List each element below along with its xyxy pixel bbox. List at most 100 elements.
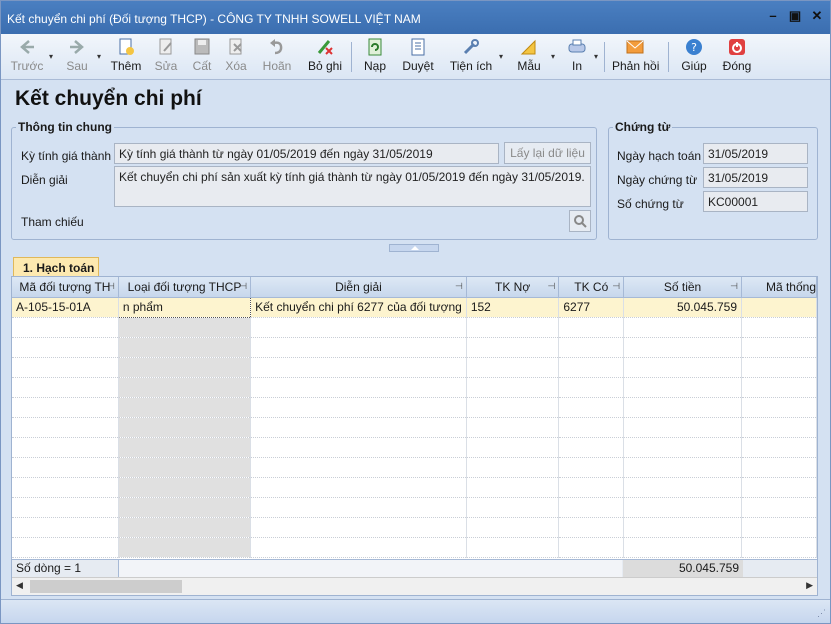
empty-cell[interactable] [466,537,560,558]
col-object-type[interactable]: Loại đối tượng THCP ⊣ [118,277,252,298]
empty-cell[interactable] [558,437,625,458]
empty-cell[interactable] [558,537,625,558]
empty-cell[interactable] [12,437,119,458]
empty-cell[interactable] [623,337,742,358]
utilities-button[interactable]: Tiện ích ▾ [449,36,503,78]
col-stat-code[interactable]: Mã thống [741,277,817,298]
empty-cell[interactable] [741,457,817,478]
prev-button[interactable]: Trước ▾ [9,36,53,78]
cell-debit-account[interactable]: 152 [466,297,560,318]
resize-grip-icon[interactable]: ⋰ [817,608,826,619]
reference-lookup-button[interactable] [569,210,591,232]
empty-cell[interactable] [118,517,252,538]
undo-button[interactable]: Hoãn [259,36,295,78]
empty-cell[interactable] [623,417,742,438]
print-button[interactable]: In ▾ [566,36,598,78]
empty-cell[interactable] [12,377,119,398]
empty-cell[interactable] [558,317,625,338]
maximize-button[interactable]: ▣ [788,9,802,23]
empty-cell[interactable] [12,317,119,338]
posting-date-field[interactable]: 31/05/2019 [703,143,808,164]
reload-data-button[interactable]: Lấy lại dữ liệu [504,142,591,164]
empty-cell[interactable] [250,417,467,438]
scroll-thumb[interactable] [30,580,182,593]
empty-cell[interactable] [250,317,467,338]
empty-cell[interactable] [118,317,252,338]
close-button[interactable]: Đóng [720,36,754,78]
empty-cell[interactable] [250,517,467,538]
empty-cell[interactable] [623,457,742,478]
empty-cell[interactable] [250,457,467,478]
empty-cell[interactable] [741,477,817,498]
cell-description[interactable]: Kết chuyển chi phí 6277 của đối tượng [250,297,467,318]
cell-object-type[interactable]: n phẩm [117,296,252,318]
empty-cell[interactable] [623,357,742,378]
table-row[interactable] [12,397,817,418]
empty-cell[interactable] [558,497,625,518]
empty-cell[interactable] [12,357,119,378]
empty-cell[interactable] [118,357,252,378]
empty-cell[interactable] [741,397,817,418]
table-row[interactable] [12,437,817,458]
empty-cell[interactable] [12,417,119,438]
empty-cell[interactable] [741,317,817,338]
empty-cell[interactable] [558,517,625,538]
unpost-button[interactable]: Bỏ ghi [306,36,344,78]
empty-cell[interactable] [623,477,742,498]
reload-button[interactable]: Nạp [361,36,389,78]
approve-button[interactable]: Duyệt [400,36,436,78]
empty-cell[interactable] [12,477,119,498]
empty-cell[interactable] [558,357,625,378]
feedback-button[interactable]: Phản hồi [612,36,659,78]
empty-cell[interactable] [466,397,560,418]
document-date-field[interactable]: 31/05/2019 [703,167,808,188]
table-row[interactable]: A-105-15-01A n phẩm Kết chuyển chi phí 6… [12,296,817,318]
empty-cell[interactable] [12,537,119,558]
empty-cell[interactable] [558,377,625,398]
cell-amount[interactable]: 50.045.759 [623,297,742,318]
empty-cell[interactable] [623,497,742,518]
empty-cell[interactable] [558,397,625,418]
empty-cell[interactable] [558,417,625,438]
empty-cell[interactable] [558,477,625,498]
empty-cell[interactable] [250,537,467,558]
empty-cell[interactable] [466,417,560,438]
empty-cell[interactable] [250,477,467,498]
table-row[interactable] [12,457,817,478]
col-object-code[interactable]: Mã đối tượng TH ⊣ [12,277,119,298]
empty-cell[interactable] [118,437,252,458]
empty-cell[interactable] [741,377,817,398]
minimize-button[interactable]: – [766,9,780,23]
col-credit-account[interactable]: TK Có ⊣ [558,277,625,298]
scroll-left-icon[interactable]: ◀ [16,580,23,591]
help-button[interactable]: ? Giúp [680,36,708,78]
document-number-field[interactable]: KC00001 [703,191,808,212]
empty-cell[interactable] [12,517,119,538]
empty-cell[interactable] [466,497,560,518]
empty-cell[interactable] [12,337,119,358]
empty-cell[interactable] [118,377,252,398]
empty-cell[interactable] [741,537,817,558]
empty-cell[interactable] [741,357,817,378]
empty-cell[interactable] [466,457,560,478]
empty-cell[interactable] [250,397,467,418]
col-amount[interactable]: Số tiền ⊣ [623,277,742,298]
empty-cell[interactable] [741,437,817,458]
empty-cell[interactable] [118,417,252,438]
empty-cell[interactable] [466,357,560,378]
empty-cell[interactable] [12,497,119,518]
empty-cell[interactable] [741,497,817,518]
empty-cell[interactable] [118,337,252,358]
empty-cell[interactable] [558,457,625,478]
table-row[interactable] [12,337,817,358]
empty-cell[interactable] [623,517,742,538]
table-row[interactable] [12,517,817,538]
empty-cell[interactable] [623,437,742,458]
description-field[interactable]: Kết chuyển chi phí sản xuất kỳ tính giá … [114,166,591,207]
empty-cell[interactable] [250,337,467,358]
table-row[interactable] [12,417,817,438]
save-button[interactable]: Cất [189,36,215,78]
template-button[interactable]: Mẫu ▾ [515,36,555,78]
empty-cell[interactable] [250,437,467,458]
empty-cell[interactable] [741,417,817,438]
